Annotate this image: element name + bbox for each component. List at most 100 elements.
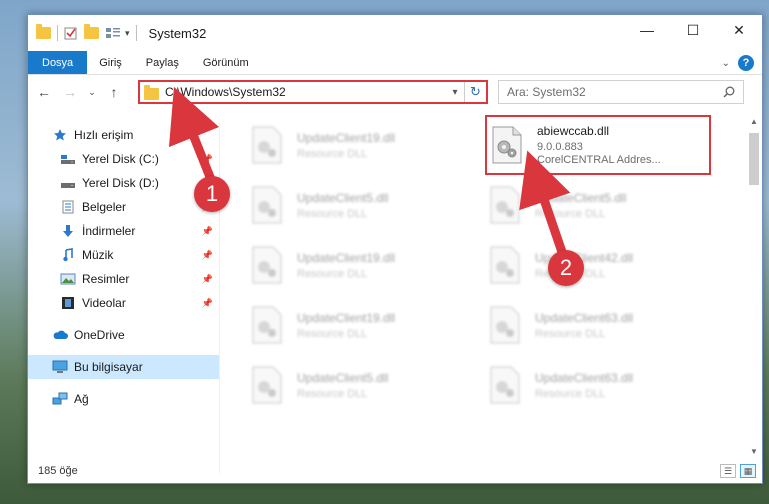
- minimize-button[interactable]: —: [624, 15, 670, 45]
- refresh-button[interactable]: ↻: [464, 82, 486, 102]
- sidebar-item-label: Yerel Disk (D:): [82, 176, 159, 190]
- pin-icon[interactable]: 📌: [202, 154, 213, 165]
- dll-file-icon: [490, 366, 520, 404]
- dll-file-icon: [490, 186, 520, 224]
- vertical-scrollbar[interactable]: ▲ ▼: [746, 113, 762, 459]
- music-icon: [60, 247, 76, 263]
- step-badge-1: 1: [194, 176, 230, 212]
- window-controls: — ☐ ✕: [624, 15, 762, 51]
- file-description: Resource DLL: [297, 147, 368, 160]
- sidebar-item-quick-access[interactable]: Hızlı erişim: [28, 123, 219, 147]
- scroll-down-icon[interactable]: ▼: [746, 443, 762, 459]
- recent-locations-button[interactable]: ⌄: [86, 82, 98, 102]
- sidebar-item-label: Belgeler: [82, 200, 127, 214]
- sidebar-item-this-pc[interactable]: Bu bilgisayar: [28, 355, 219, 379]
- pin-icon[interactable]: 📌: [202, 274, 213, 285]
- file-item[interactable]: UpdateClient5.dll Resource DLL: [249, 177, 477, 233]
- item-count: 185 öğe: [38, 465, 78, 477]
- sidebar-item-music[interactable]: Müzik 📌: [28, 243, 219, 267]
- folder-icon: [144, 84, 159, 100]
- pin-icon[interactable]: 📌: [202, 298, 213, 309]
- title-bar: ▾ System32 — ☐ ✕: [28, 15, 762, 51]
- dll-file-icon: [252, 306, 282, 344]
- search-box[interactable]: Ara: System32: [498, 80, 744, 104]
- expand-ribbon-icon[interactable]: ⌄: [722, 58, 730, 69]
- window-title: System32: [148, 25, 207, 41]
- up-button[interactable]: ↑: [104, 82, 124, 102]
- file-list: UpdateClient19.dll Resource DLL UpdateCli…: [221, 113, 746, 463]
- sidebar-item-label: Müzik: [82, 248, 114, 262]
- file-item[interactable]: UpdateClient5.dll Resource DLL: [487, 177, 715, 233]
- dll-file-icon: [252, 246, 282, 284]
- sidebar-item-videos[interactable]: Videolar 📌: [28, 291, 219, 315]
- file-item[interactable]: UpdateClient19.dll Resource DLL: [249, 297, 477, 353]
- tab-file[interactable]: Dosya: [28, 51, 88, 74]
- sidebar-item-label: Yerel Disk (C:): [82, 152, 159, 166]
- step-badge-2: 2: [548, 250, 584, 286]
- file-item[interactable]: UpdateClient42.dllResource DLL: [487, 237, 715, 293]
- maximize-button[interactable]: ☐: [670, 15, 716, 45]
- tab-home[interactable]: Giriş: [87, 51, 134, 74]
- scroll-up-icon[interactable]: ▲: [746, 113, 762, 129]
- tiles-view-icon[interactable]: ▦: [740, 464, 756, 478]
- sidebar-item-network[interactable]: Ağ: [28, 387, 219, 411]
- close-button[interactable]: ✕: [716, 15, 762, 45]
- sidebar-item-label: OneDrive: [74, 328, 125, 342]
- file-name: UpdateClient19.dll: [297, 130, 396, 145]
- navigation-bar: ← → ⌄ ↑ C:\Windows\System32 ▾ ↻ Ara: Sys…: [28, 75, 762, 109]
- view-options-icon[interactable]: [105, 26, 120, 40]
- dll-file-icon: [252, 186, 282, 224]
- file-item-abiewccab[interactable]: abiewccab.dll 9.0.0.883 CorelCENTRAL Add…: [485, 115, 711, 175]
- file-item[interactable]: UpdateClient19.dll Resource DLL: [249, 237, 477, 293]
- scroll-thumb[interactable]: [749, 133, 759, 185]
- quick-access-toolbar: ▾: [28, 24, 137, 41]
- forward-button[interactable]: →: [60, 82, 80, 102]
- file-description: Resource DLL: [297, 327, 368, 340]
- address-bar[interactable]: C:\Windows\System32 ▾ ↻: [138, 80, 488, 104]
- file-item[interactable]: UpdateClient63.dll Resource DLL: [487, 297, 715, 353]
- download-icon: [60, 223, 76, 239]
- back-button[interactable]: ←: [34, 82, 54, 102]
- sidebar-item-label: Resimler: [82, 272, 130, 286]
- file-item[interactable]: UpdateClient5.dll Resource DLL: [249, 357, 477, 413]
- file-item[interactable]: UpdateClient63.dll Resource DLL: [487, 357, 715, 413]
- tab-share[interactable]: Paylaş: [134, 51, 191, 74]
- properties-icon[interactable]: [64, 26, 78, 40]
- address-path[interactable]: C:\Windows\System32: [165, 85, 446, 99]
- file-name: UpdateClient5.dll: [297, 370, 389, 385]
- sidebar-item-label: Hızlı erişim: [74, 128, 134, 142]
- file-version: 9.0.0.883: [537, 141, 583, 153]
- file-item[interactable]: UpdateClient19.dll Resource DLL: [249, 117, 477, 173]
- dll-file-icon: [492, 126, 522, 164]
- sidebar-item-label: Ağ: [74, 392, 89, 406]
- help-button[interactable]: ?: [738, 55, 754, 71]
- tab-view[interactable]: Görünüm: [191, 51, 261, 74]
- file-description: Resource DLL: [297, 267, 368, 280]
- details-view-icon[interactable]: ☰: [720, 464, 736, 478]
- sidebar-item-downloads[interactable]: İndirmeler 📌: [28, 219, 219, 243]
- pin-icon[interactable]: 📌: [202, 226, 213, 237]
- customize-toolbar-icon[interactable]: ▾: [125, 28, 130, 39]
- dll-file-icon: [490, 246, 520, 284]
- file-name: UpdateClient19.dll: [297, 310, 396, 325]
- file-name: UpdateClient63.dll: [535, 310, 634, 325]
- navigation-pane: Hızlı erişim Yerel Disk (C:) 📌 Yerel Dis…: [28, 123, 220, 473]
- sidebar-item-documents[interactable]: Belgeler 📌: [28, 195, 219, 219]
- pictures-icon: [60, 271, 76, 287]
- drive-icon: [60, 151, 76, 167]
- network-icon: [52, 391, 68, 407]
- pin-icon[interactable]: 📌: [202, 250, 213, 261]
- chevron-down-icon[interactable]: ▾: [446, 87, 464, 98]
- status-bar: 185 öğe ☰ ▦: [28, 459, 762, 483]
- file-description: CorelCENTRAL Addres...: [537, 154, 661, 166]
- search-input[interactable]: Ara: System32: [507, 85, 723, 99]
- sidebar-item-local-disk-c[interactable]: Yerel Disk (C:) 📌: [28, 147, 219, 171]
- sidebar-item-onedrive[interactable]: OneDrive: [28, 323, 219, 347]
- new-folder-icon[interactable]: [84, 24, 99, 39]
- computer-icon: [52, 359, 68, 375]
- sidebar-item-pictures[interactable]: Resimler 📌: [28, 267, 219, 291]
- sidebar-item-label: Bu bilgisayar: [74, 360, 143, 374]
- cloud-icon: [52, 327, 68, 343]
- sidebar-item-local-disk-d[interactable]: Yerel Disk (D:): [28, 171, 219, 195]
- file-description: Resource DLL: [297, 387, 368, 400]
